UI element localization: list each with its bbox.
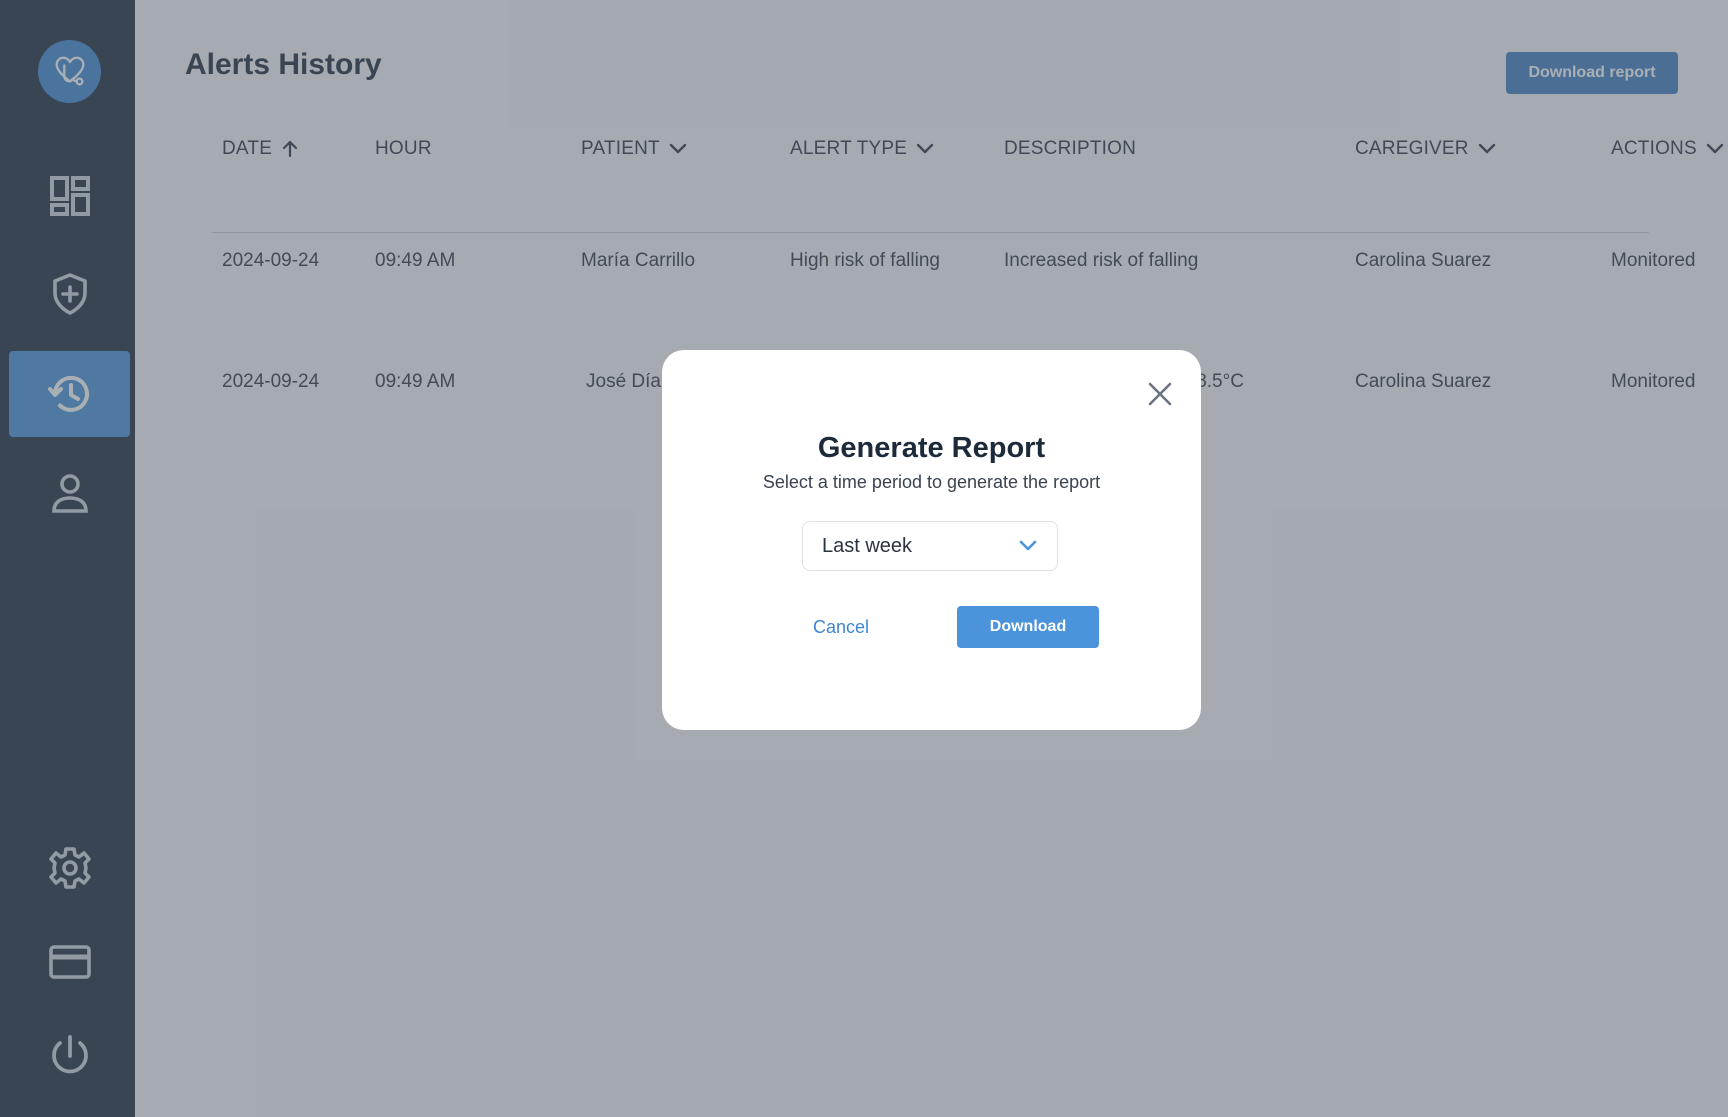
generate-report-modal: Generate Report Select a time period to …: [662, 350, 1201, 730]
modal-subtitle: Select a time period to generate the rep…: [762, 472, 1101, 492]
close-icon: [1148, 382, 1172, 406]
app: Alerts History Download report DATE HOUR…: [0, 0, 1728, 1117]
time-period-value: Last week: [822, 534, 913, 557]
modal-title: Generate Report: [817, 432, 1046, 464]
cancel-button[interactable]: Cancel: [796, 608, 886, 646]
close-button[interactable]: [1142, 376, 1178, 412]
chevron-down-icon: [1019, 540, 1037, 551]
download-button[interactable]: Download: [957, 606, 1099, 648]
time-period-select[interactable]: Last week: [802, 521, 1058, 571]
